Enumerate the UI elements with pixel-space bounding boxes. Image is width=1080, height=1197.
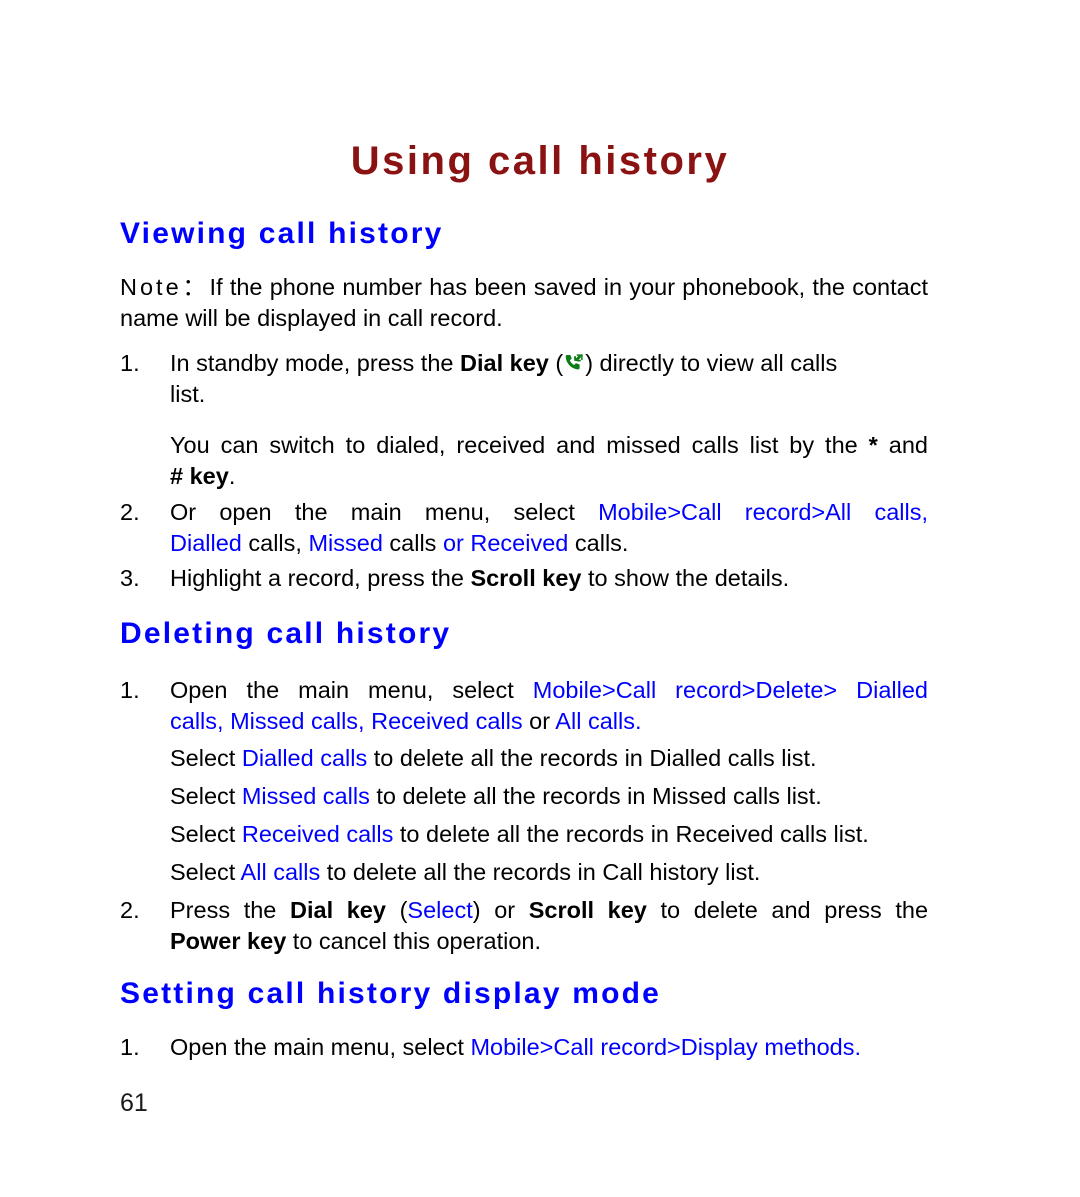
select-line: Select Received calls to delete all the … [170, 819, 960, 850]
dial-key-label: Dial key [460, 350, 549, 376]
menu-option-link[interactable]: Dialled calls [242, 745, 367, 771]
text-run: to delete all the records in Call histor… [320, 859, 761, 885]
menu-option-link[interactable]: Missed [308, 530, 382, 556]
text-run: calls. [568, 530, 629, 556]
list-item-number: 2. [120, 499, 140, 525]
text-run: Open the main menu, select [170, 1034, 471, 1060]
text-run: Select [170, 745, 242, 771]
select-line: Select Missed calls to delete all the re… [170, 781, 930, 812]
text-run: to delete all the records in Dialled cal… [367, 745, 817, 771]
menu-option-link[interactable]: calls, Missed calls, Received calls [170, 708, 523, 734]
note-label: Note： [120, 274, 210, 300]
menu-option-link[interactable]: Received calls [242, 821, 394, 847]
list-item-body: You can switch to dialed, received and m… [170, 430, 928, 492]
text-run: Highlight a record, press the [170, 565, 471, 591]
hash-key-label: # key [170, 463, 229, 489]
text-run: ( [385, 897, 408, 923]
list-item-body: Highlight a record, press the Scroll key… [170, 563, 928, 594]
list-item: 1. In standby mode, press the Dial key (… [120, 348, 928, 410]
menu-option-link[interactable]: or Received [443, 530, 568, 556]
list-item-body: Or open the main menu, select Mobile>Cal… [170, 497, 928, 559]
text-run: Or open the main menu, select [170, 499, 599, 525]
section-heading-deleting: Deleting call history [120, 617, 452, 650]
list-item-body: Open the main menu, select Mobile>Call r… [170, 675, 928, 737]
scroll-key-label: Scroll key [528, 897, 647, 923]
note-paragraph: Note：If the phone number has been saved … [120, 272, 928, 334]
text-run: calls [382, 530, 443, 556]
text-run: ( [548, 350, 564, 376]
list-item-body: Press the Dial key (Select) or Scroll ke… [170, 895, 928, 957]
page-title: Using call history [350, 139, 730, 183]
text-run: to show the details. [581, 565, 790, 591]
section-heading-viewing: Viewing call history [120, 217, 444, 250]
menu-option-link[interactable]: All calls [241, 859, 321, 885]
text-run: ) directly to view all calls [585, 350, 838, 376]
menu-path-link[interactable]: Mobile>Call record>All calls, [598, 499, 928, 525]
menu-path-link[interactable]: Mobile>Call record>Display methods. [470, 1034, 861, 1060]
text-run: You can switch to dialed, received and m… [170, 432, 869, 458]
text-run: calls, [241, 530, 309, 556]
list-item-body: Open the main menu, select Mobile>Call r… [170, 1032, 950, 1063]
text-run: to cancel this operation. [286, 928, 542, 954]
select-line: Select All calls to delete all the recor… [170, 857, 930, 888]
text-run: Select [170, 783, 242, 809]
power-key-label: Power key [170, 928, 287, 954]
select-softkey-link[interactable]: Select [407, 897, 472, 923]
text-run: to delete all the records in Received ca… [393, 821, 869, 847]
text-run: In standby mode, press the [170, 350, 460, 376]
list-item-number: 1. [120, 677, 140, 703]
menu-option-link[interactable]: Dialled [170, 530, 242, 556]
text-run: Press the [170, 897, 290, 923]
star-key-label: * [868, 432, 878, 458]
text-run: or [522, 708, 556, 734]
text-run: Select [170, 859, 241, 885]
list-item-body: In standby mode, press the Dial key ( ) d… [170, 348, 928, 410]
text-run: . [228, 463, 236, 489]
list-item-number: 2. [120, 897, 140, 923]
list-item: 1. Open the main menu, select Mobile>Cal… [120, 675, 928, 737]
text-run: to delete and press the [646, 897, 929, 923]
list-item: 2. Or open the main menu, select Mobile>… [120, 497, 928, 559]
text-run: list. [170, 381, 206, 407]
text-run: Select [170, 821, 242, 847]
menu-option-link[interactable]: All calls. [555, 708, 641, 734]
document-page: Using call history Viewing call history … [0, 0, 1080, 1197]
text-run: and [877, 432, 928, 458]
text-run: ) or [472, 897, 529, 923]
list-item-continuation: You can switch to dialed, received and m… [120, 430, 928, 492]
scroll-key-label: Scroll key [470, 565, 582, 591]
menu-path-link[interactable]: Mobile>Call record>Delete> Dialled [533, 677, 928, 703]
list-item-number: 1. [120, 350, 140, 376]
text-run: to delete all the records in Missed call… [369, 783, 822, 809]
page-number: 61 [120, 1089, 148, 1117]
list-item: 3. Highlight a record, press the Scroll … [120, 563, 928, 594]
note-text: If the phone number has been saved in yo… [120, 274, 928, 331]
dial-key-icon [563, 351, 585, 373]
list-item: 1. Open the main menu, select Mobile>Cal… [120, 1032, 950, 1063]
list-item-number: 3. [120, 565, 140, 591]
section-heading-setting: Setting call history display mode [120, 977, 662, 1010]
list-item: 2. Press the Dial key (Select) or Scroll… [120, 895, 928, 957]
menu-option-link[interactable]: Missed calls [242, 783, 370, 809]
text-run: Open the main menu, select [170, 677, 533, 703]
select-line: Select Dialled calls to delete all the r… [170, 743, 930, 774]
list-item-number: 1. [120, 1034, 140, 1060]
dial-key-label: Dial key [290, 897, 386, 923]
